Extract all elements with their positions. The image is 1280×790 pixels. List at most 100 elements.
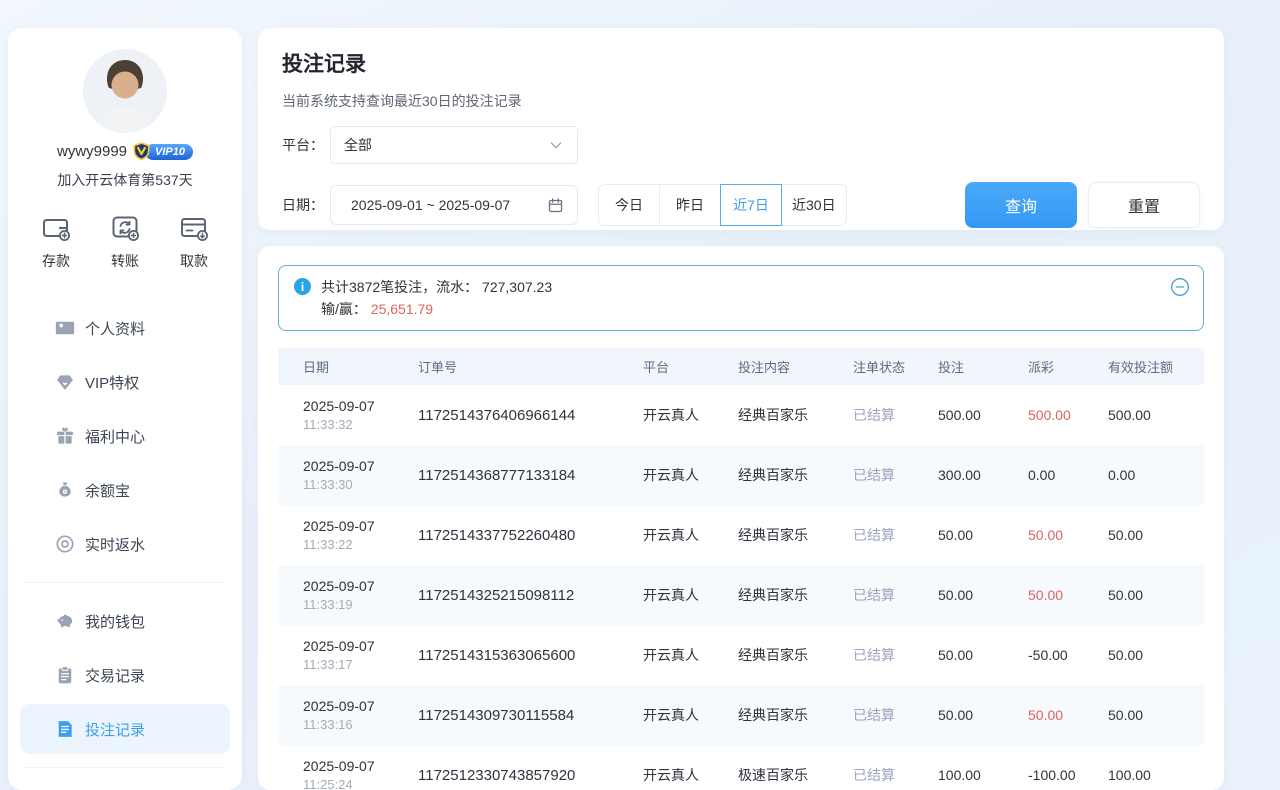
table-row[interactable]: 2025-09-0711:33:191172514325215098112开云真… — [278, 565, 1204, 625]
cell-valid-amount: 50.00 — [1108, 527, 1204, 543]
username: wywy9999 — [57, 143, 127, 160]
sidebar-item-label: 我的钱包 — [85, 611, 145, 632]
quick-action-label: 取款 — [180, 251, 208, 271]
cell-date: 2025-09-0711:33:16 — [278, 698, 418, 732]
cell-platform: 开云真人 — [643, 585, 738, 605]
pouch-icon — [55, 480, 75, 500]
range-today-button[interactable]: 今日 — [598, 184, 660, 226]
cell-platform: 开云真人 — [643, 705, 738, 725]
range-yesterday-button[interactable]: 昨日 — [659, 184, 721, 226]
table-body: 2025-09-0711:33:321172514376406966144 开云真… — [278, 385, 1204, 790]
cell-payout: 50.00 — [1028, 707, 1108, 723]
table-row[interactable]: 2025-09-0711:33:171172514315363065600开云真… — [278, 625, 1204, 685]
sidebar-item-wallet[interactable]: 我的钱包 — [20, 596, 230, 646]
table-row[interactable]: 2025-09-0711:33:301172514368777133184开云真… — [278, 445, 1204, 505]
sidebar-item-transactions[interactable]: 交易记录 — [20, 650, 230, 700]
table-row[interactable]: 2025-09-0711:33:321172514376406966144开云真… — [278, 385, 1204, 445]
cell-bet-content: 经典百家乐 — [738, 405, 853, 425]
cell-status: 已结算 — [853, 525, 938, 545]
cell-valid-amount: 0.00 — [1108, 467, 1204, 483]
range-last30-button[interactable]: 近30日 — [781, 184, 847, 226]
sidebar-item-welfare[interactable]: 福利中心 — [20, 411, 230, 461]
cell-status: 已结算 — [853, 465, 938, 485]
sidebar-item-rebate[interactable]: 实时返水 — [20, 519, 230, 569]
cell-date: 2025-09-0711:25:24 — [278, 758, 418, 790]
filter-actions: 查询 重置 — [965, 182, 1200, 228]
cell-order-number: 1172514376406966144 — [418, 407, 643, 424]
range-last7-button[interactable]: 近7日 — [720, 184, 782, 226]
sidebar-item-profile[interactable]: 个人资料 — [20, 303, 230, 353]
cell-bet-content: 经典百家乐 — [738, 705, 853, 725]
column-header: 注单状态 — [853, 357, 938, 376]
platform-select[interactable]: 全部 — [330, 126, 578, 164]
quick-action-withdraw[interactable]: 取款 — [178, 212, 210, 271]
cell-date: 2025-09-0711:33:32 — [278, 398, 418, 432]
cell-valid-amount: 50.00 — [1108, 647, 1204, 663]
cell-payout: 50.00 — [1028, 527, 1108, 543]
quick-action-transfer[interactable]: 转账 — [109, 212, 141, 271]
platform-label: 平台： — [282, 135, 330, 155]
membership-days: 加入开云体育第537天 — [8, 170, 242, 190]
collapse-icon[interactable] — [1170, 277, 1190, 297]
clipboard-icon — [55, 665, 75, 685]
cell-bet-amount: 50.00 — [938, 587, 1028, 603]
quick-action-label: 转账 — [111, 251, 139, 271]
info-icon: i — [294, 278, 311, 295]
sidebar: wywy9999 VIP10 加入开云体育第537天 存款转账 取款 个人资料 VI… — [8, 28, 242, 790]
cell-date: 2025-09-0711:33:22 — [278, 518, 418, 552]
vip-shield-icon — [132, 142, 151, 161]
reset-button[interactable]: 重置 — [1088, 182, 1200, 228]
transfer-icon — [109, 212, 141, 244]
cell-payout: -50.00 — [1028, 647, 1108, 663]
chevron-down-icon — [548, 137, 564, 153]
cell-platform: 开云真人 — [643, 525, 738, 545]
column-header: 平台 — [643, 357, 738, 376]
calendar-icon — [547, 197, 564, 214]
date-range-value: 2025-09-01 ~ 2025-09-07 — [351, 197, 510, 213]
cell-bet-amount: 100.00 — [938, 767, 1028, 783]
cell-status: 已结算 — [853, 585, 938, 605]
vip-badge: VIP10 — [132, 142, 193, 161]
cell-bet-content: 经典百家乐 — [738, 585, 853, 605]
quick-action-deposit[interactable]: 存款 — [40, 212, 72, 271]
sidebar-divider — [24, 582, 226, 583]
quick-actions: 存款转账 取款 — [8, 212, 242, 271]
piggy-icon — [55, 611, 75, 631]
summary-lines: 共计3872笔投注，流水： 727,307.23 输/赢： 25,651.79 — [321, 276, 552, 320]
cell-status: 已结算 — [853, 405, 938, 425]
table-row[interactable]: 2025-09-0711:33:221172514337752260480开云真… — [278, 505, 1204, 565]
date-label: 日期： — [282, 195, 330, 215]
cell-valid-amount: 500.00 — [1108, 407, 1204, 423]
summary-alert: i 共计3872笔投注，流水： 727,307.23 输/赢： 25,651.7… — [278, 265, 1204, 331]
query-button[interactable]: 查询 — [965, 182, 1077, 228]
sidebar-item-yuebao[interactable]: 余额宝 — [20, 465, 230, 515]
deposit-icon — [40, 212, 72, 244]
vip-level-label: VIP10 — [145, 144, 193, 160]
cell-valid-amount: 50.00 — [1108, 587, 1204, 603]
cell-bet-amount: 500.00 — [938, 407, 1028, 423]
table-row[interactable]: 2025-09-0711:33:161172514309730115584开云真… — [278, 685, 1204, 745]
avatar-image — [83, 49, 167, 133]
column-header: 有效投注额 — [1108, 357, 1204, 376]
date-range-input[interactable]: 2025-09-01 ~ 2025-09-07 — [330, 185, 578, 225]
gem-icon — [55, 372, 75, 392]
gift-icon — [55, 426, 75, 446]
table-row[interactable]: 2025-09-0711:25:241172512330743857920开云真… — [278, 745, 1204, 790]
cell-platform: 开云真人 — [643, 645, 738, 665]
cell-date: 2025-09-0711:33:19 — [278, 578, 418, 612]
cell-date: 2025-09-0711:33:30 — [278, 458, 418, 492]
cell-bet-amount: 50.00 — [938, 527, 1028, 543]
cell-order-number: 1172514337752260480 — [418, 527, 643, 544]
bets-table: 日期订单号平台投注内容注单状态投注派彩有效投注额 2025-09-0711:33… — [278, 348, 1204, 790]
sidebar-item-bets[interactable]: 投注记录 — [20, 704, 230, 754]
sidebar-item-vip[interactable]: VIP特权 — [20, 357, 230, 407]
platform-select-value: 全部 — [344, 135, 372, 155]
cell-order-number: 1172512330743857920 — [418, 767, 643, 784]
table-header: 日期订单号平台投注内容注单状态投注派彩有效投注额 — [278, 348, 1204, 385]
summary-line2: 输/赢： 25,651.79 — [321, 298, 552, 320]
sidebar-item-label: 余额宝 — [85, 480, 130, 501]
avatar[interactable] — [83, 49, 167, 133]
cell-bet-content: 经典百家乐 — [738, 645, 853, 665]
sidebar-item-label: VIP特权 — [85, 372, 139, 393]
date-filter-row: 日期： 2025-09-01 ~ 2025-09-07 今日昨日近7日近30日 … — [282, 182, 1200, 228]
